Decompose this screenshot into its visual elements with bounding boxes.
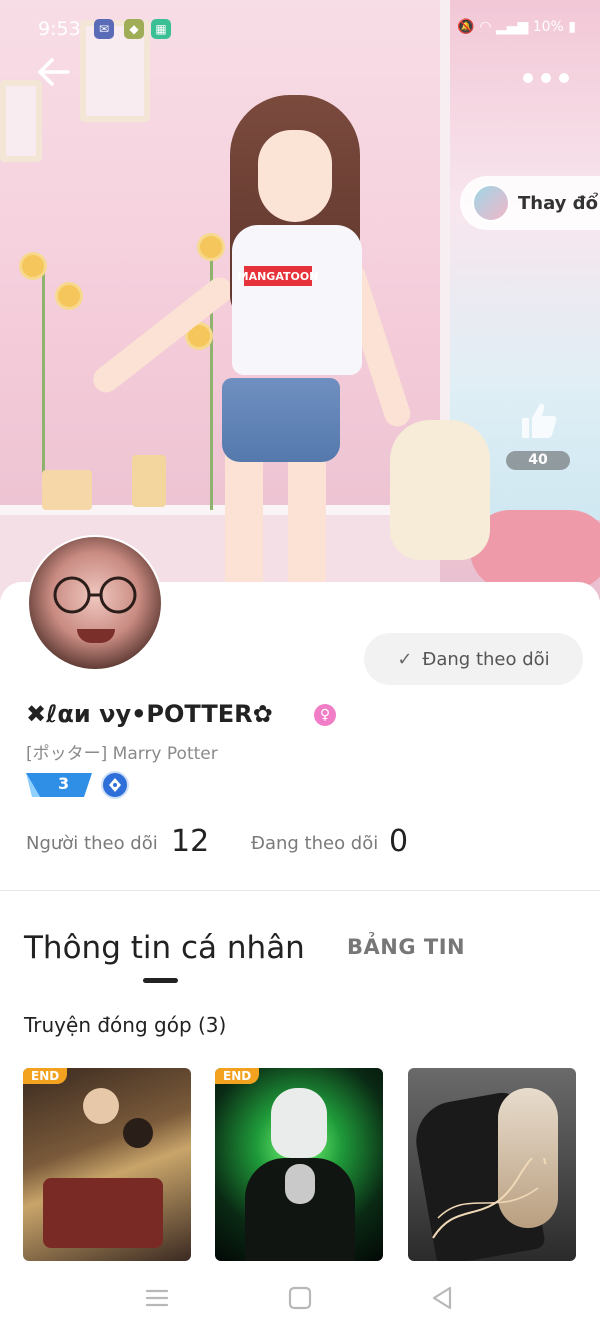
followers-label[interactable]: Người theo dõi — [26, 833, 158, 854]
section-divider — [0, 890, 600, 891]
system-nav-bar — [0, 1261, 600, 1333]
cover-thumbnail — [472, 184, 510, 222]
status-bar: 9:53 ✉ ◆ ▦ 🔕 ◠ ▂▄▆ 10% ▮ — [0, 0, 600, 58]
cover-picture-frame-2 — [0, 80, 42, 162]
female-gender-icon: ♀ — [314, 704, 336, 726]
recent-apps-button[interactable] — [142, 1283, 172, 1313]
change-cover-label: Thay đổ — [518, 192, 598, 214]
book-cover-2[interactable]: END — [215, 1068, 383, 1261]
back-button[interactable] — [34, 52, 78, 92]
end-badge: END — [215, 1068, 260, 1084]
cover-character — [258, 130, 332, 222]
following-count[interactable]: 0 — [389, 824, 408, 859]
end-badge: END — [23, 1068, 68, 1084]
mute-icon: 🔕 — [457, 19, 475, 35]
change-cover-button[interactable]: Thay đổ — [460, 176, 600, 230]
following-button-label: Đang theo dõi — [422, 648, 550, 670]
cover-cat-plush — [390, 420, 490, 560]
active-tab-indicator — [143, 978, 178, 983]
arrow-left-icon — [38, 58, 70, 86]
system-back-button[interactable] — [427, 1283, 457, 1313]
contributions-title: Truyện đóng góp (3) — [24, 1013, 227, 1037]
like-count: 40 — [506, 451, 570, 470]
signal-icon: ▂▄▆ — [495, 19, 529, 35]
following-label[interactable]: Đang theo dõi — [251, 833, 378, 854]
status-time: 9:53 — [38, 18, 81, 40]
author-pen-icon — [101, 771, 129, 799]
avatar-mouth — [77, 629, 115, 643]
glasses-graphic — [53, 576, 137, 614]
book-cover-1[interactable]: END — [23, 1068, 191, 1261]
app-notification-icon: ◆ — [124, 19, 144, 39]
status-right: 🔕 ◠ ▂▄▆ 10% ▮ — [457, 19, 576, 35]
profile-subname: [ポッター] Marry Potter — [26, 744, 218, 764]
thumbs-up-icon — [522, 403, 557, 438]
calendar-notification-icon: ▦ — [151, 19, 171, 39]
book-cover-3[interactable] — [408, 1068, 576, 1261]
menu-icon — [145, 1289, 169, 1307]
avatar[interactable] — [27, 535, 163, 671]
more-button[interactable] — [522, 58, 570, 93]
tab-news-feed[interactable]: BẢNG TIN — [347, 935, 465, 959]
check-icon: ✓ — [397, 648, 413, 670]
back-triangle-icon — [432, 1286, 452, 1310]
profile-cover-image: MANGATOON — [0, 0, 600, 600]
battery-icon: ▮ — [568, 19, 576, 35]
tab-profile-info[interactable]: Thông tin cá nhân — [24, 930, 305, 966]
like-button[interactable] — [518, 400, 558, 440]
more-dots-icon — [523, 73, 569, 83]
following-button[interactable]: ✓ Đang theo dõi — [364, 633, 583, 685]
mail-notification-icon: ✉ — [94, 19, 114, 39]
followers-count[interactable]: 12 — [171, 824, 209, 859]
battery-text: 10% — [532, 19, 564, 35]
level-number: 3 — [58, 774, 70, 793]
home-square-icon — [288, 1286, 312, 1310]
home-button[interactable] — [285, 1283, 315, 1313]
wifi-icon: ◠ — [479, 19, 492, 35]
profile-name: ✖ℓαи νу•POTTER✿ — [26, 700, 273, 728]
